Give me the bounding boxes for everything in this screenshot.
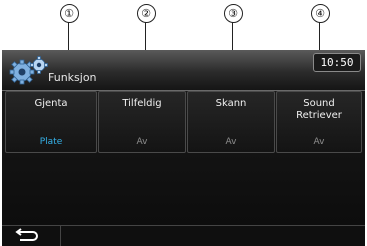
option-label: Tilfeldig — [122, 98, 162, 109]
option-label: Gjenta — [34, 98, 68, 109]
option-sound-retriever[interactable]: Sound Retriever Av — [276, 91, 362, 153]
header-bar: Funksjon 10:50 — [2, 50, 365, 91]
option-label: Skann — [215, 98, 247, 109]
callout-leader-line — [68, 22, 69, 52]
bottom-bar — [2, 225, 365, 246]
callout-4: ④ — [300, 2, 340, 52]
option-random[interactable]: Tilfeldig Av — [98, 91, 186, 153]
callout-leader-line — [145, 22, 146, 52]
callout-leader-line — [319, 22, 320, 52]
option-label: Sound Retriever — [296, 98, 342, 121]
option-repeat[interactable]: Gjenta Plate — [5, 91, 97, 153]
callout-number: ① — [59, 4, 79, 23]
callout-1: ① — [49, 2, 89, 52]
option-value: Av — [225, 137, 237, 147]
callout-3: ③ — [213, 2, 253, 52]
callout-2: ② — [126, 2, 166, 52]
option-value: Plate — [39, 137, 63, 147]
back-arrow-icon — [15, 228, 38, 241]
callout-leader-line — [232, 22, 233, 52]
option-scan[interactable]: Skann Av — [187, 91, 275, 153]
callout-markers: ① ② ③ ④ — [0, 0, 367, 52]
clock: 10:50 — [313, 53, 361, 72]
screen-title: Funksjon — [48, 71, 97, 84]
option-value: Av — [313, 137, 325, 147]
callout-number: ③ — [223, 4, 243, 23]
callout-number: ④ — [310, 4, 330, 23]
callout-number: ② — [136, 4, 156, 23]
back-button[interactable] — [2, 226, 61, 246]
option-value: Av — [136, 137, 148, 147]
function-screen: Funksjon 10:50 Gjenta Plate Tilfeldig Av… — [2, 50, 365, 246]
function-options: Gjenta Plate Tilfeldig Av Skann Av Sound… — [2, 91, 365, 153]
